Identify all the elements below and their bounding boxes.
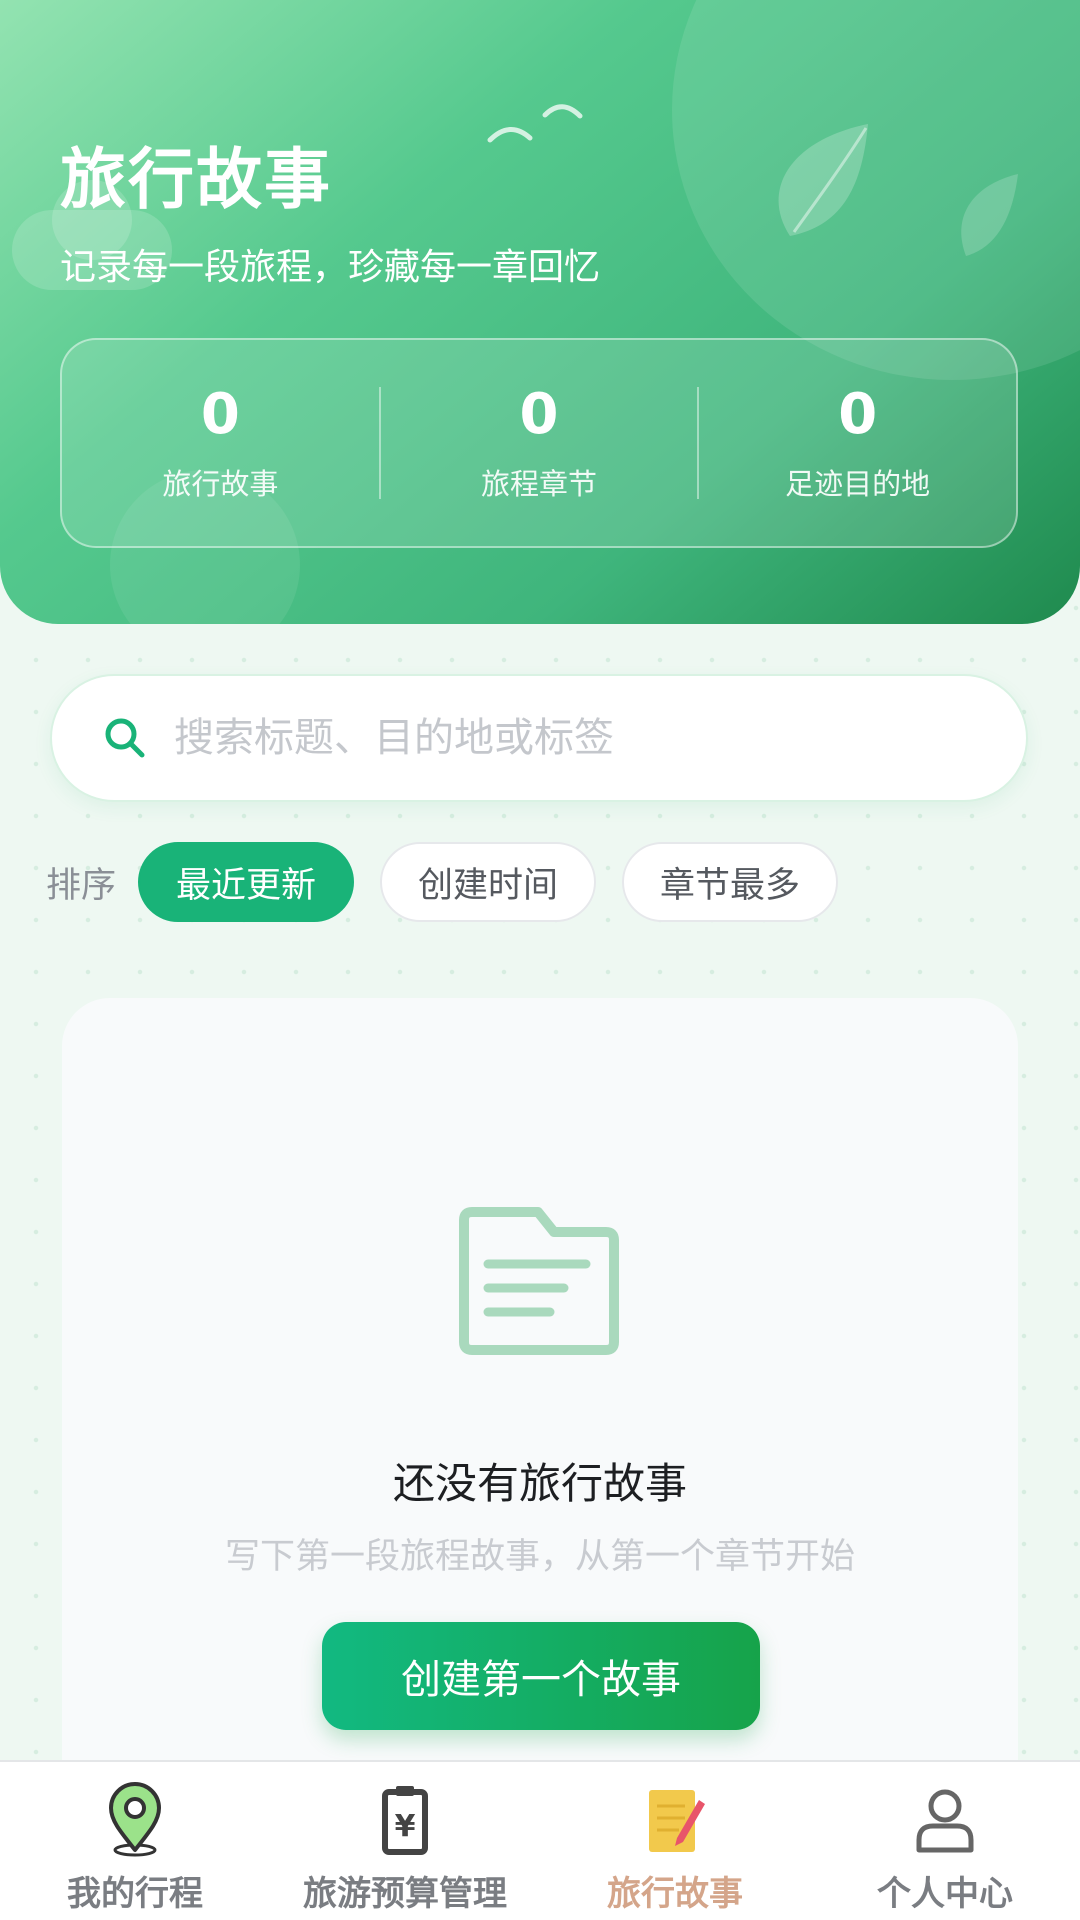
stat-value: 0 — [838, 382, 878, 447]
page-subtitle: 记录每一段旅程，珍藏每一章回忆 — [60, 247, 601, 288]
sort-bar: 排序 最近更新 创建时间 章节最多 — [46, 840, 864, 924]
stat-value: 0 — [200, 382, 240, 447]
tab-label: 个人中心 — [877, 1874, 1013, 1914]
sort-option-chapters[interactable]: 章节最多 — [622, 842, 839, 922]
stat-label: 旅程章节 — [481, 467, 598, 501]
stat-chapters: 0 旅程章节 — [381, 383, 698, 503]
search-input[interactable] — [172, 714, 936, 762]
stat-value: 0 — [519, 382, 559, 447]
tab-travel-stories[interactable]: 旅行故事 — [540, 1762, 810, 1920]
stat-label: 旅行故事 — [162, 467, 279, 501]
bottom-tab-bar: 我的行程 ¥ 旅游预算管理 旅行故事 个人中心 — [0, 1760, 1080, 1920]
empty-state-description: 写下第一段旅程故事，从第一个章节开始 — [224, 1537, 855, 1577]
empty-state-title: 还没有旅行故事 — [392, 1459, 687, 1508]
sort-label: 排序 — [46, 865, 117, 906]
notebook-pencil-icon — [649, 1790, 705, 1852]
stat-destinations: 0 足迹目的地 — [699, 383, 1016, 503]
empty-state-card: 还没有旅行故事 写下第一段旅程故事，从第一个章节开始 创建第一个故事 — [62, 998, 1018, 1818]
stat-label: 足迹目的地 — [785, 467, 931, 501]
birds-icon — [487, 104, 583, 143]
page-title: 旅行故事 — [60, 141, 332, 218]
tab-label: 旅行故事 — [607, 1874, 743, 1914]
search-bar[interactable] — [50, 674, 1028, 802]
tab-budget[interactable]: ¥ 旅游预算管理 — [270, 1762, 540, 1920]
tab-label: 旅游预算管理 — [303, 1874, 507, 1914]
tab-label: 我的行程 — [67, 1874, 203, 1914]
page: 旅行故事 记录每一段旅程，珍藏每一章回忆 0 旅行故事 0 旅程章节 0 足迹目… — [0, 0, 1080, 1920]
hero-header: 旅行故事 记录每一段旅程，珍藏每一章回忆 0 旅行故事 0 旅程章节 0 足迹目… — [0, 0, 1080, 624]
user-icon — [916, 1789, 974, 1853]
svg-text:¥: ¥ — [395, 1809, 416, 1844]
leaf-icon — [961, 174, 1018, 256]
leaf-icon — [778, 124, 868, 236]
folder-icon — [459, 1207, 619, 1355]
stat-stories: 0 旅行故事 — [62, 383, 379, 503]
map-pin-icon — [109, 1782, 161, 1857]
stats-panel: 0 旅行故事 0 旅程章节 0 足迹目的地 — [60, 338, 1018, 548]
search-icon — [105, 718, 145, 758]
tab-my-trips[interactable]: 我的行程 — [0, 1762, 270, 1920]
tab-profile[interactable]: 个人中心 — [810, 1762, 1080, 1920]
sort-option-recent[interactable]: 最近更新 — [138, 842, 355, 922]
create-first-story-button[interactable]: 创建第一个故事 — [322, 1622, 760, 1730]
clipboard-icon: ¥ — [382, 1786, 428, 1855]
sort-option-created[interactable]: 创建时间 — [380, 842, 597, 922]
